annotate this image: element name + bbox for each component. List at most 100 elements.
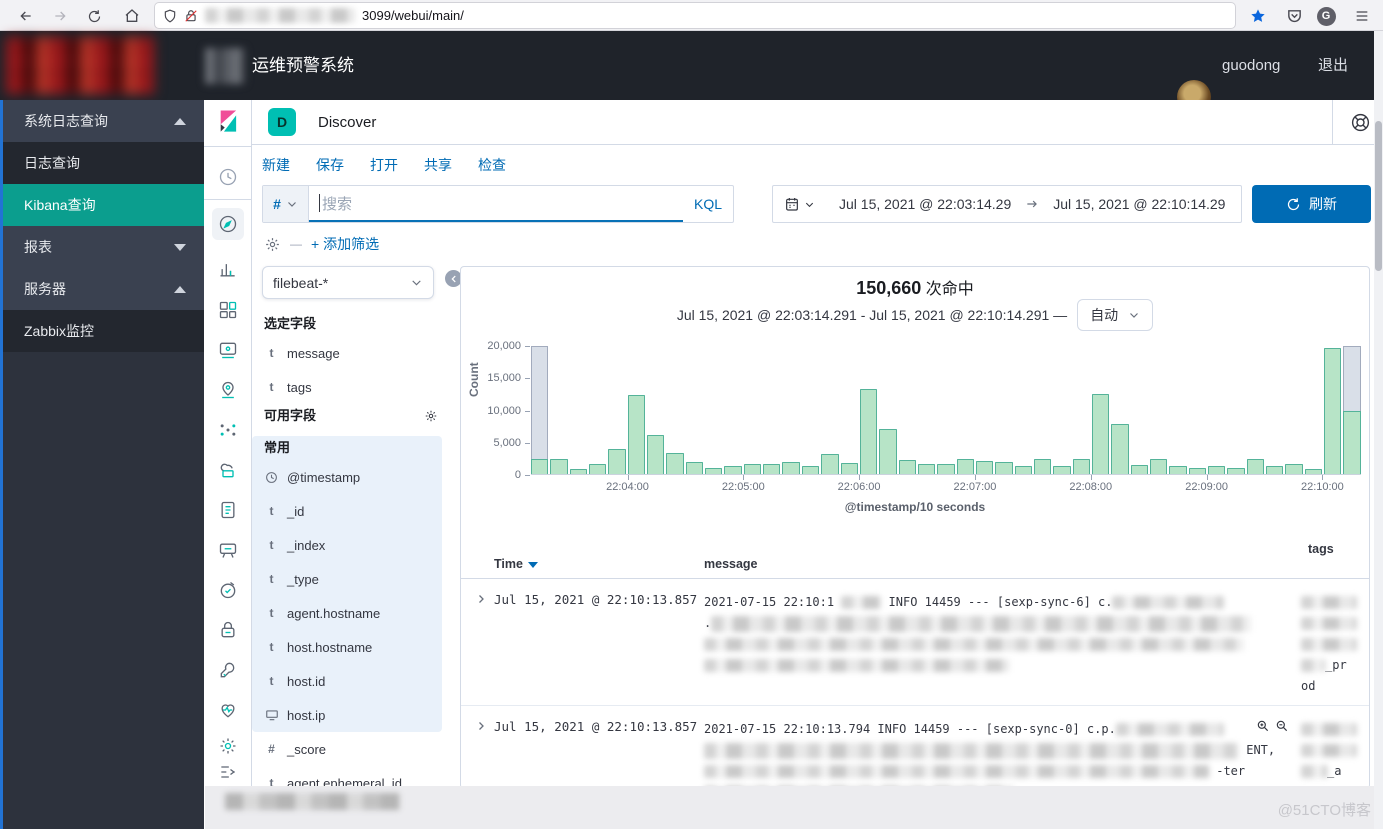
help-icon[interactable] — [1350, 112, 1371, 133]
filter-gear-icon[interactable] — [264, 236, 281, 253]
action-save[interactable]: 保存 — [316, 155, 344, 175]
space-badge[interactable]: D — [268, 108, 296, 136]
field-item--type[interactable]: t_type — [252, 562, 442, 596]
histogram-bar[interactable] — [1073, 459, 1090, 474]
pocket-icon[interactable] — [1282, 4, 1306, 28]
browser-account-avatar[interactable]: G — [1314, 4, 1338, 28]
nav-stack-monitoring-icon[interactable] — [218, 700, 238, 720]
histogram-bar[interactable] — [879, 429, 896, 474]
insecure-lock-icon[interactable] — [184, 9, 198, 23]
nav-management-icon[interactable] — [218, 736, 238, 756]
query-language-button[interactable]: KQL — [683, 186, 733, 222]
nav-discover-icon[interactable] — [212, 208, 244, 240]
browser-back-icon[interactable] — [14, 4, 38, 28]
action-open[interactable]: 打开 — [370, 155, 398, 175]
sort-desc-icon[interactable] — [528, 562, 538, 568]
histogram-bar[interactable] — [608, 449, 625, 474]
histogram-bar[interactable] — [995, 462, 1012, 474]
histogram-bar[interactable] — [1111, 424, 1128, 474]
magnify-plus-icon[interactable] — [1256, 719, 1270, 733]
histogram-bar[interactable] — [1053, 466, 1070, 474]
histogram-bar[interactable] — [821, 454, 838, 474]
field-item--id[interactable]: t_id — [252, 494, 442, 528]
histogram-bar[interactable] — [1169, 466, 1186, 474]
column-header-time[interactable]: Time — [494, 557, 538, 571]
action-inspect[interactable]: 检查 — [478, 155, 506, 175]
field-item-host-id[interactable]: thost.id — [252, 664, 442, 698]
calendar-menu-button[interactable] — [773, 196, 825, 212]
histogram-bar[interactable] — [860, 389, 877, 474]
add-filter-button[interactable]: + 添加筛选 — [311, 234, 379, 254]
recently-viewed-icon[interactable] — [218, 167, 238, 187]
field-item--timestamp[interactable]: @timestamp — [252, 460, 442, 494]
histogram-bar[interactable] — [744, 464, 761, 474]
histogram-bar[interactable] — [937, 464, 954, 474]
histogram-bar[interactable] — [957, 459, 974, 474]
nav-dev-tools-icon[interactable] — [218, 660, 238, 680]
field-item-agent-hostname[interactable]: tagent.hostname — [252, 596, 442, 630]
nav-uptime-icon[interactable] — [218, 580, 238, 600]
sidebar-item-reports[interactable]: 报表 — [0, 226, 204, 268]
field-item--index[interactable]: t_index — [252, 528, 442, 562]
action-share[interactable]: 共享 — [424, 155, 452, 175]
histogram-bar[interactable] — [1015, 466, 1032, 474]
histogram-bar[interactable] — [686, 462, 703, 474]
column-header-message[interactable]: message — [704, 557, 758, 571]
nav-visualize-icon[interactable] — [218, 260, 238, 280]
sidebar-item-servers[interactable]: 服务器 — [0, 268, 204, 310]
browser-forward-icon[interactable] — [48, 4, 72, 28]
histogram-bar[interactable] — [976, 461, 993, 474]
nav-security-icon[interactable] — [218, 620, 238, 640]
bookmark-star-icon[interactable] — [1246, 4, 1270, 28]
browser-home-icon[interactable] — [120, 4, 144, 28]
nav-maps-icon[interactable] — [218, 380, 238, 400]
field-item-host-hostname[interactable]: thost.hostname — [252, 630, 442, 664]
logout-button[interactable]: 退出 — [1318, 31, 1348, 100]
field-settings-gear-icon[interactable] — [424, 409, 438, 423]
histogram-bar[interactable] — [1305, 469, 1322, 474]
histogram-bar[interactable] — [1266, 466, 1283, 474]
histogram-bar[interactable] — [841, 463, 858, 474]
field-item-message[interactable]: tmessage — [252, 336, 460, 370]
histogram-bar[interactable] — [918, 464, 935, 474]
histogram-bar-partial[interactable] — [531, 346, 548, 474]
histogram-bar[interactable] — [724, 466, 741, 474]
refresh-button[interactable]: 刷新 — [1252, 185, 1371, 223]
histogram-bar[interactable] — [1324, 348, 1341, 474]
field-item-tags[interactable]: ttags — [252, 370, 460, 404]
histogram-bar[interactable] — [589, 464, 606, 474]
browser-reload-icon[interactable] — [82, 4, 106, 28]
collapse-fields-button[interactable] — [445, 270, 460, 287]
date-from[interactable]: Jul 15, 2021 @ 22:03:14.29 — [825, 196, 1025, 212]
histogram-bar-partial[interactable] — [1343, 346, 1360, 474]
sidebar-item-kibana-query[interactable]: Kibana查询 — [0, 184, 204, 226]
browser-menu-icon[interactable] — [1350, 4, 1374, 28]
histogram-bar[interactable] — [1150, 459, 1167, 474]
histogram-bar[interactable] — [763, 464, 780, 474]
histogram-bar[interactable] — [550, 459, 567, 474]
saved-query-menu-button[interactable]: # — [263, 186, 309, 222]
histogram-bar[interactable] — [1208, 466, 1225, 474]
shield-icon[interactable] — [163, 9, 177, 23]
index-pattern-select[interactable]: filebeat-* — [262, 266, 434, 299]
histogram-bar[interactable] — [628, 395, 645, 474]
kibana-logo[interactable] — [215, 108, 241, 134]
magnify-minus-icon[interactable] — [1275, 719, 1289, 733]
sidebar-item-system-log-query[interactable]: 系统日志查询 — [0, 100, 204, 142]
histogram-bar[interactable] — [647, 435, 664, 474]
histogram-bar[interactable] — [1034, 459, 1051, 474]
sidebar-item-log-query[interactable]: 日志查询 — [0, 142, 204, 184]
histogram-bar[interactable] — [666, 453, 683, 474]
scrollbar-thumb[interactable] — [1375, 121, 1382, 271]
histogram-bar[interactable] — [1131, 465, 1148, 474]
field-item--score[interactable]: #_score — [252, 732, 460, 766]
sidebar-item-zabbix-monitor[interactable]: Zabbix监控 — [0, 310, 204, 352]
nav-apm-icon[interactable] — [218, 540, 238, 560]
nav-canvas-icon[interactable] — [218, 340, 238, 360]
histogram-bar[interactable] — [782, 462, 799, 474]
nav-dashboard-icon[interactable] — [218, 300, 238, 320]
histogram-bar[interactable] — [570, 469, 587, 474]
expand-row-icon[interactable] — [475, 720, 487, 732]
histogram-bar[interactable] — [1247, 459, 1264, 474]
nav-logs-icon[interactable] — [218, 500, 238, 520]
